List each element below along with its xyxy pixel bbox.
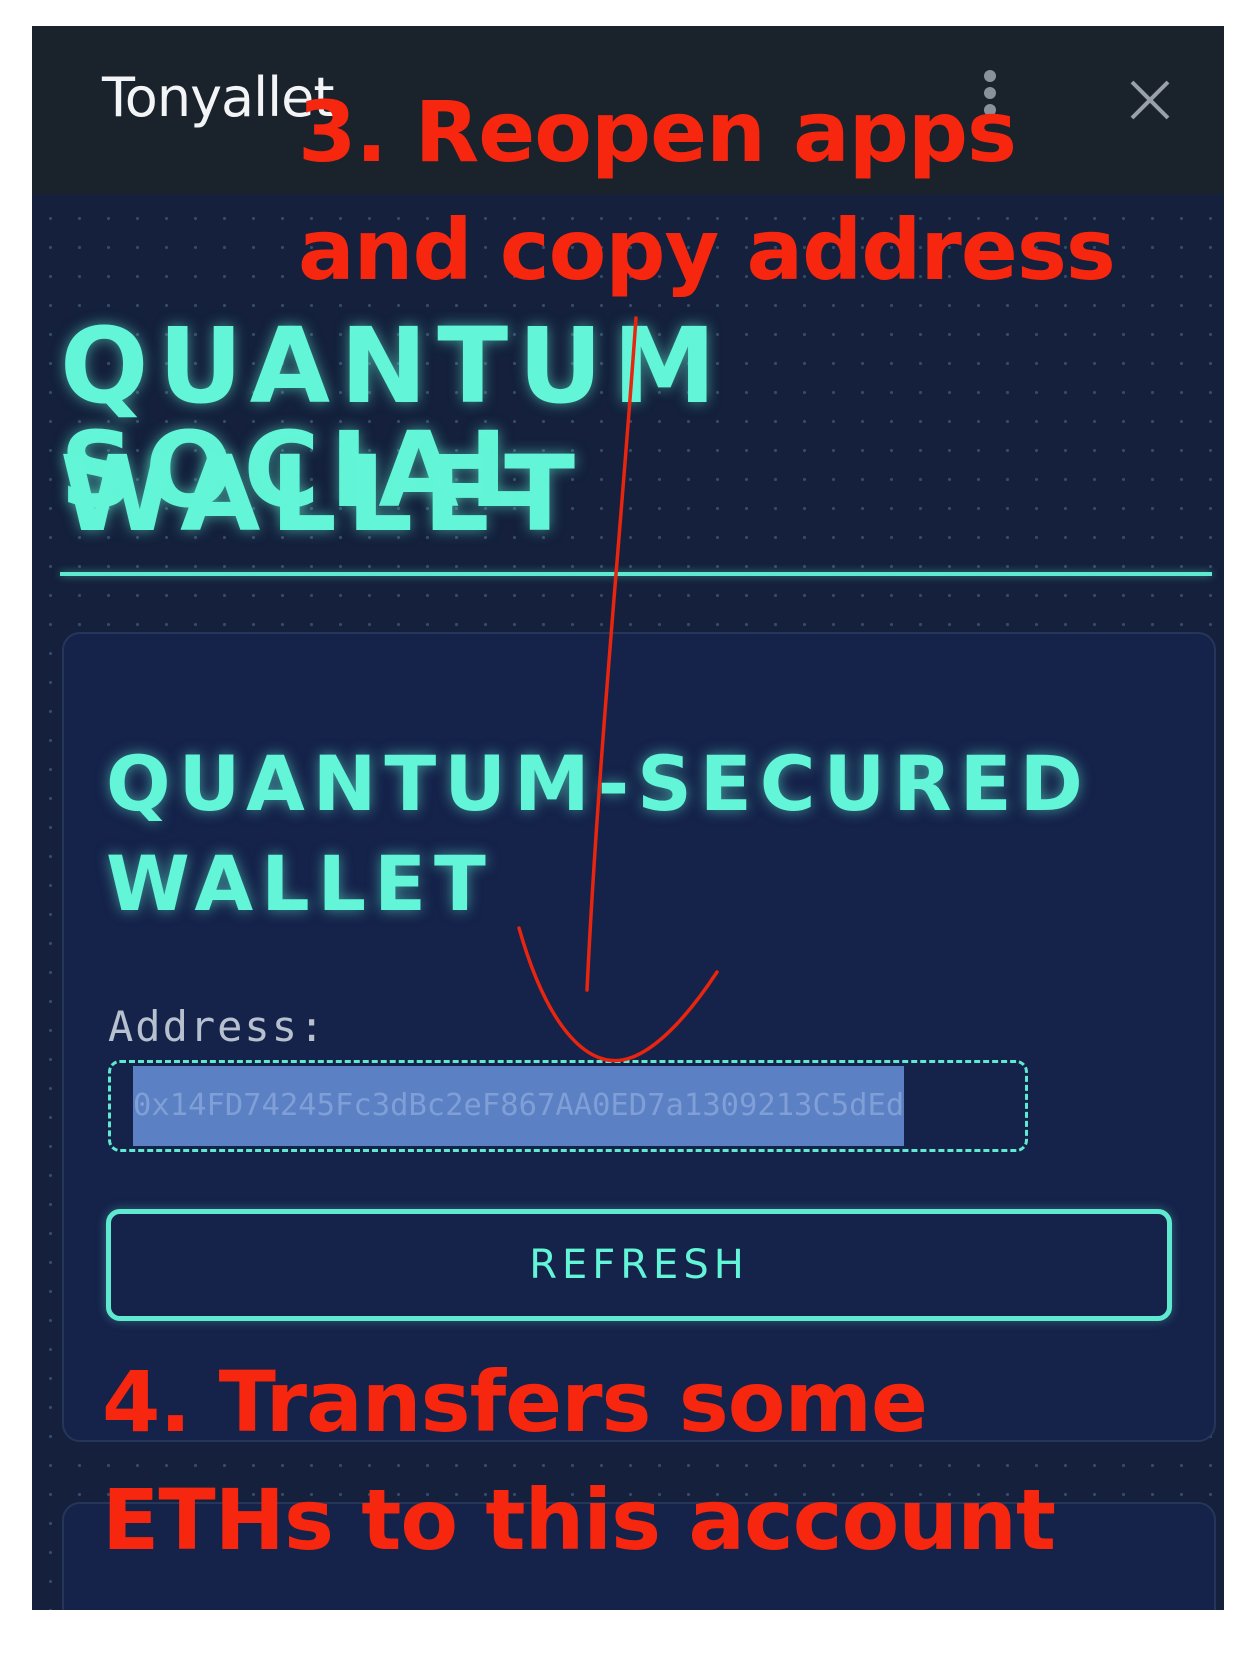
annotation-step-3-line-2: and copy address (298, 201, 1116, 299)
address-label: Address: (108, 1002, 327, 1051)
annotation-step-3: 3. Reopen apps and copy address (298, 83, 1116, 326)
close-icon[interactable] (1124, 74, 1176, 126)
page-title-line-1: QUANTUM SOCIAL (60, 305, 727, 531)
address-field[interactable]: 0x14FD74245Fc3dBc2eF867AA0ED7a1309213C5d… (108, 1060, 1028, 1152)
annotation-step-4-line-2: ETHs to this account (102, 1471, 1056, 1569)
card-title-line-1: QUANTUM-SECURED (106, 739, 1091, 828)
annotation-step-3-line-1: 3. Reopen apps (298, 83, 1017, 181)
page-title-line-2: WALLET (60, 433, 586, 555)
page-title: QUANTUM SOCIAL WALLET (60, 314, 1224, 570)
card-title: QUANTUM-SECURED WALLET (106, 746, 1091, 946)
annotation-step-4-line-1: 4. Transfers some (102, 1353, 928, 1451)
title-divider (60, 572, 1212, 576)
card-title-line-2: WALLET (106, 839, 494, 928)
refresh-button[interactable]: REFRESH (106, 1209, 1172, 1321)
annotation-step-4: 4. Transfers some ETHs to this account (102, 1353, 1056, 1596)
address-value[interactable]: 0x14FD74245Fc3dBc2eF867AA0ED7a1309213C5d… (133, 1066, 905, 1146)
